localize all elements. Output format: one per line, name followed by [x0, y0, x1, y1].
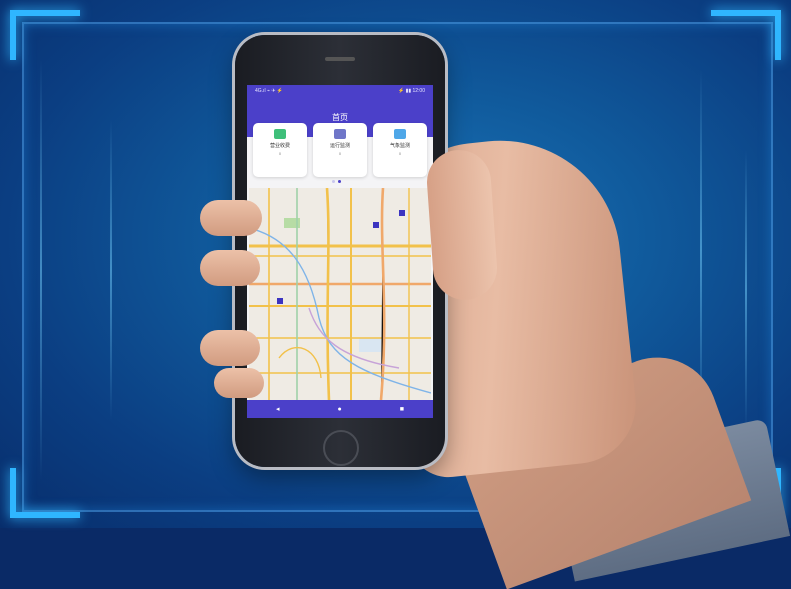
- finger: [214, 368, 264, 398]
- card-billing[interactable]: 营业收费 0: [253, 123, 307, 177]
- phone-screen: 4G.ıl ⌁ ✈ ⚡ ⚡ ▮▮ 12:00 首页 营业收费 0 运行监测 0 …: [247, 85, 433, 418]
- hud-corner-bottom-left: [10, 468, 80, 518]
- map-view[interactable]: [249, 188, 431, 400]
- status-bar: 4G.ıl ⌁ ✈ ⚡ ⚡ ▮▮ 12:00: [247, 85, 433, 97]
- page-title: 首页: [332, 112, 348, 122]
- card-value: 0: [338, 151, 342, 156]
- smartphone: 4G.ıl ⌁ ✈ ⚡ ⚡ ▮▮ 12:00 首页 营业收费 0 运行监测 0 …: [235, 35, 445, 467]
- finger: [200, 330, 260, 366]
- card-value: 0: [278, 151, 282, 156]
- card-label: 气象监测: [389, 143, 410, 149]
- pager-dots: [332, 180, 341, 183]
- card-value: 0: [398, 151, 402, 156]
- card-label: 运行监测: [329, 143, 350, 149]
- pager-dot[interactable]: [332, 180, 335, 183]
- feature-cards: 营业收费 0 运行监测 0 气象监测 0: [253, 123, 427, 177]
- thumb: [424, 147, 500, 303]
- home-button[interactable]: [323, 430, 359, 466]
- cloud-icon: [394, 129, 406, 139]
- system-nav-bar: ◂ ● ■: [247, 400, 433, 418]
- finger: [200, 250, 260, 286]
- card-label: 营业收费: [269, 143, 290, 149]
- map-roads: [249, 188, 431, 400]
- earpiece: [325, 57, 355, 61]
- pager-dot-active[interactable]: [338, 180, 341, 183]
- card-operation[interactable]: 运行监测 0: [313, 123, 367, 177]
- back-icon[interactable]: ◂: [276, 405, 280, 413]
- card-weather[interactable]: 气象监测 0: [373, 123, 427, 177]
- chart-icon: [274, 129, 286, 139]
- status-bar-right: ⚡ ▮▮ 12:00: [397, 88, 425, 94]
- hud-corner-top-left: [10, 10, 80, 60]
- recent-apps-icon[interactable]: ■: [400, 406, 404, 413]
- hud-corner-top-right: [711, 10, 781, 60]
- status-bar-left: 4G.ıl ⌁ ✈ ⚡: [255, 88, 284, 94]
- home-icon[interactable]: ●: [338, 406, 342, 413]
- finger: [200, 200, 262, 236]
- monitor-icon: [334, 129, 346, 139]
